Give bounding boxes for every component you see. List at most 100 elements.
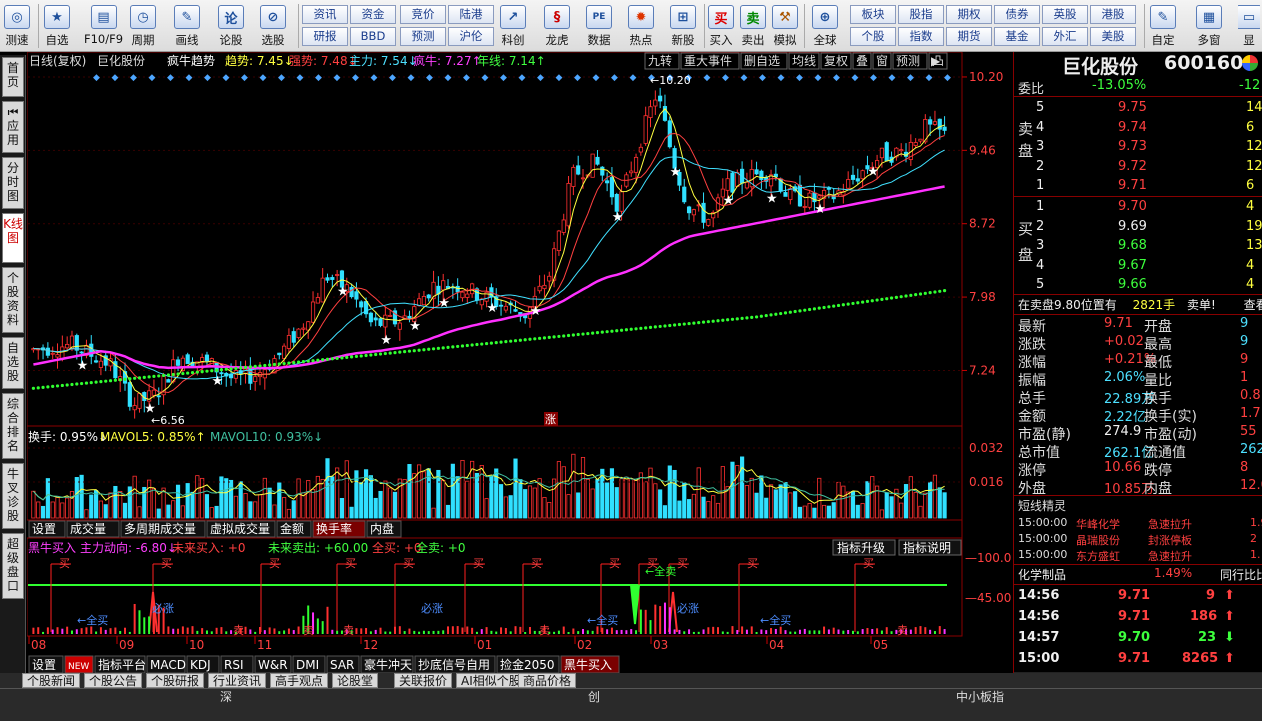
tab-profile[interactable]: 个股资料 [2, 267, 24, 333]
volume-bar [233, 495, 238, 519]
collapse-arrow-icon[interactable]: ▶ [931, 54, 941, 68]
speed-button[interactable]: ◎ 测速 [4, 2, 30, 50]
stock-index-button[interactable]: 股指 [898, 5, 944, 24]
indicator-bar [201, 628, 204, 634]
hk-stocks-button[interactable]: 港股 [1090, 5, 1136, 24]
annual-line-dot [634, 327, 638, 331]
news-button[interactable]: 资讯 [302, 5, 348, 24]
watchlist-button[interactable]: ★ 自选 [44, 2, 70, 50]
sell-button[interactable]: 卖 卖出 [740, 2, 766, 50]
annual-line-dot [89, 380, 93, 385]
auction-button[interactable]: 竞价 [400, 5, 446, 24]
annual-line-dot [229, 367, 233, 371]
news-tab-1[interactable]: 个股公告 [84, 673, 143, 688]
tab-intraday[interactable]: 分时图 [2, 157, 24, 209]
shanghai-london-button[interactable]: 沪伦 [448, 27, 494, 46]
bbd-button[interactable]: BBD [350, 27, 396, 46]
kline-chart-svg[interactable]: 日线(复权) 巨化股份 疯牛趋势 趋势: 7.45↓强势: 7.48↓主力: 7.… [26, 51, 1013, 674]
tab-apps[interactable]: ⏮ 应用 [2, 101, 24, 153]
annual-line-dot [793, 309, 797, 314]
bid-price[interactable]: 9.67 [1118, 258, 1147, 276]
news-tab-0[interactable]: 个股新闻 [22, 673, 81, 688]
data-button[interactable]: PE 数据 [586, 2, 612, 50]
stock-name: 巨化股份 [1062, 56, 1139, 78]
tab-order-book[interactable]: 超级盘口 [2, 533, 24, 599]
uk-stocks-button[interactable]: 英股 [1042, 5, 1088, 24]
volume-bar [200, 477, 205, 519]
ask-price[interactable]: 9.74 [1118, 120, 1147, 138]
status-shenzhen[interactable]: 深 [216, 688, 236, 706]
news-tab-8[interactable]: 商品价格 [518, 673, 577, 688]
news-tab-2[interactable]: 个股研报 [146, 673, 205, 688]
global-button[interactable]: ⊕ 全球 [812, 2, 838, 50]
research-button[interactable]: 研报 [302, 27, 348, 46]
order-notice[interactable]: 在卖盘9.80位置有 2821手 卖单! 查看 [1018, 296, 1262, 314]
candle-body [359, 301, 364, 308]
tab-ranking[interactable]: 综合排名 [2, 393, 24, 459]
sector-row[interactable]: 化学制品 1.49% 同行比比 [1018, 566, 1262, 584]
signal-diamond-icon: ◆ [870, 73, 877, 83]
stock-picker-button[interactable]: ⊘ 选股 [260, 2, 286, 50]
ask-price[interactable]: 9.71 [1118, 178, 1147, 196]
tab-home[interactable]: 首页 [2, 57, 24, 97]
ipo-button[interactable]: ⊞ 新股 [670, 2, 696, 50]
period-button[interactable]: ◷ 周期 [130, 2, 156, 50]
funds-button[interactable]: 资金 [350, 5, 396, 24]
tab-kline[interactable]: K线图 [2, 213, 24, 263]
news-tab-7[interactable]: AI相似个股 [456, 673, 526, 688]
display-button[interactable]: ▭ 显 [1238, 2, 1260, 50]
indicator-bar [114, 627, 117, 634]
status-sme-index[interactable]: 中小板指 [952, 688, 1008, 706]
f10-button[interactable]: ▤ F10/F9 [84, 2, 123, 50]
us-stocks-button[interactable]: 美股 [1090, 27, 1136, 46]
bid-price[interactable]: 9.70 [1118, 199, 1147, 217]
candle-body [686, 206, 692, 214]
draw-line-button[interactable]: ✎ 画线 [174, 2, 200, 50]
color-wheel-icon[interactable] [1242, 55, 1258, 71]
news-tab-6[interactable]: 关联报价 [394, 673, 453, 688]
bid-price[interactable]: 9.68 [1118, 238, 1147, 256]
annual-line-dot [918, 292, 923, 296]
volume-axis-label-1: 0.016 [969, 475, 1003, 489]
custom-button[interactable]: ✎ 自定 [1150, 2, 1176, 50]
bid-price[interactable]: 9.69 [1118, 219, 1147, 237]
ask-price[interactable]: 9.75 [1118, 100, 1147, 118]
indicator-bar [442, 630, 445, 634]
simulate-button[interactable]: ⚒ 模拟 [772, 2, 798, 50]
sector-button[interactable]: 板块 [850, 5, 896, 24]
ask-price[interactable]: 9.72 [1118, 159, 1147, 177]
hotspot-button[interactable]: ✹ 热点 [628, 2, 654, 50]
bid-price[interactable]: 9.66 [1118, 277, 1147, 295]
kline-chart-area[interactable]: 日线(复权) 巨化股份 疯牛趋势 趋势: 7.45↓ 强势: 7.48↓ 主力: 7.… [26, 51, 1011, 692]
tab-diagnosis[interactable]: 牛叉诊股 [2, 463, 24, 529]
ask-price[interactable]: 9.73 [1118, 139, 1147, 157]
annual-line-dot [436, 346, 440, 350]
star-market-button[interactable]: ↗ 科创 [500, 2, 526, 50]
single-stock-button[interactable]: 个股 [850, 27, 896, 46]
annual-line-dot [740, 316, 744, 320]
news-tab-4[interactable]: 高手观点 [270, 673, 329, 688]
annual-line-dot [489, 341, 494, 345]
indicator-bar [109, 628, 112, 634]
news-tab-5[interactable]: 论股堂 [332, 673, 379, 688]
futures-button[interactable]: 期货 [946, 27, 992, 46]
tab-watchlist[interactable]: 自选股 [2, 337, 24, 389]
volume-bar [306, 480, 311, 519]
options-button[interactable]: 期权 [946, 5, 992, 24]
fund-button[interactable]: 基金 [994, 27, 1040, 46]
pe-icon: PE [586, 5, 612, 29]
dragon-tiger-button[interactable]: § 龙虎 [544, 2, 570, 50]
forex-button[interactable]: 外汇 [1042, 27, 1088, 46]
indicator-bar [42, 631, 45, 634]
bonds-button[interactable]: 债券 [994, 5, 1040, 24]
status-chinext[interactable]: 创 [584, 688, 604, 706]
volume-bar [585, 479, 590, 519]
forum-button[interactable]: 论 论股 [218, 2, 244, 50]
indicator-bar [273, 628, 276, 634]
multi-window-button[interactable]: ▦ 多窗 [1196, 2, 1222, 50]
hk-connect-button[interactable]: 陆港 [448, 5, 494, 24]
buy-button[interactable]: 买 买入 [708, 2, 734, 50]
news-tab-3[interactable]: 行业资讯 [208, 673, 267, 688]
forecast-button[interactable]: 预测 [400, 27, 446, 46]
index-button[interactable]: 指数 [898, 27, 944, 46]
